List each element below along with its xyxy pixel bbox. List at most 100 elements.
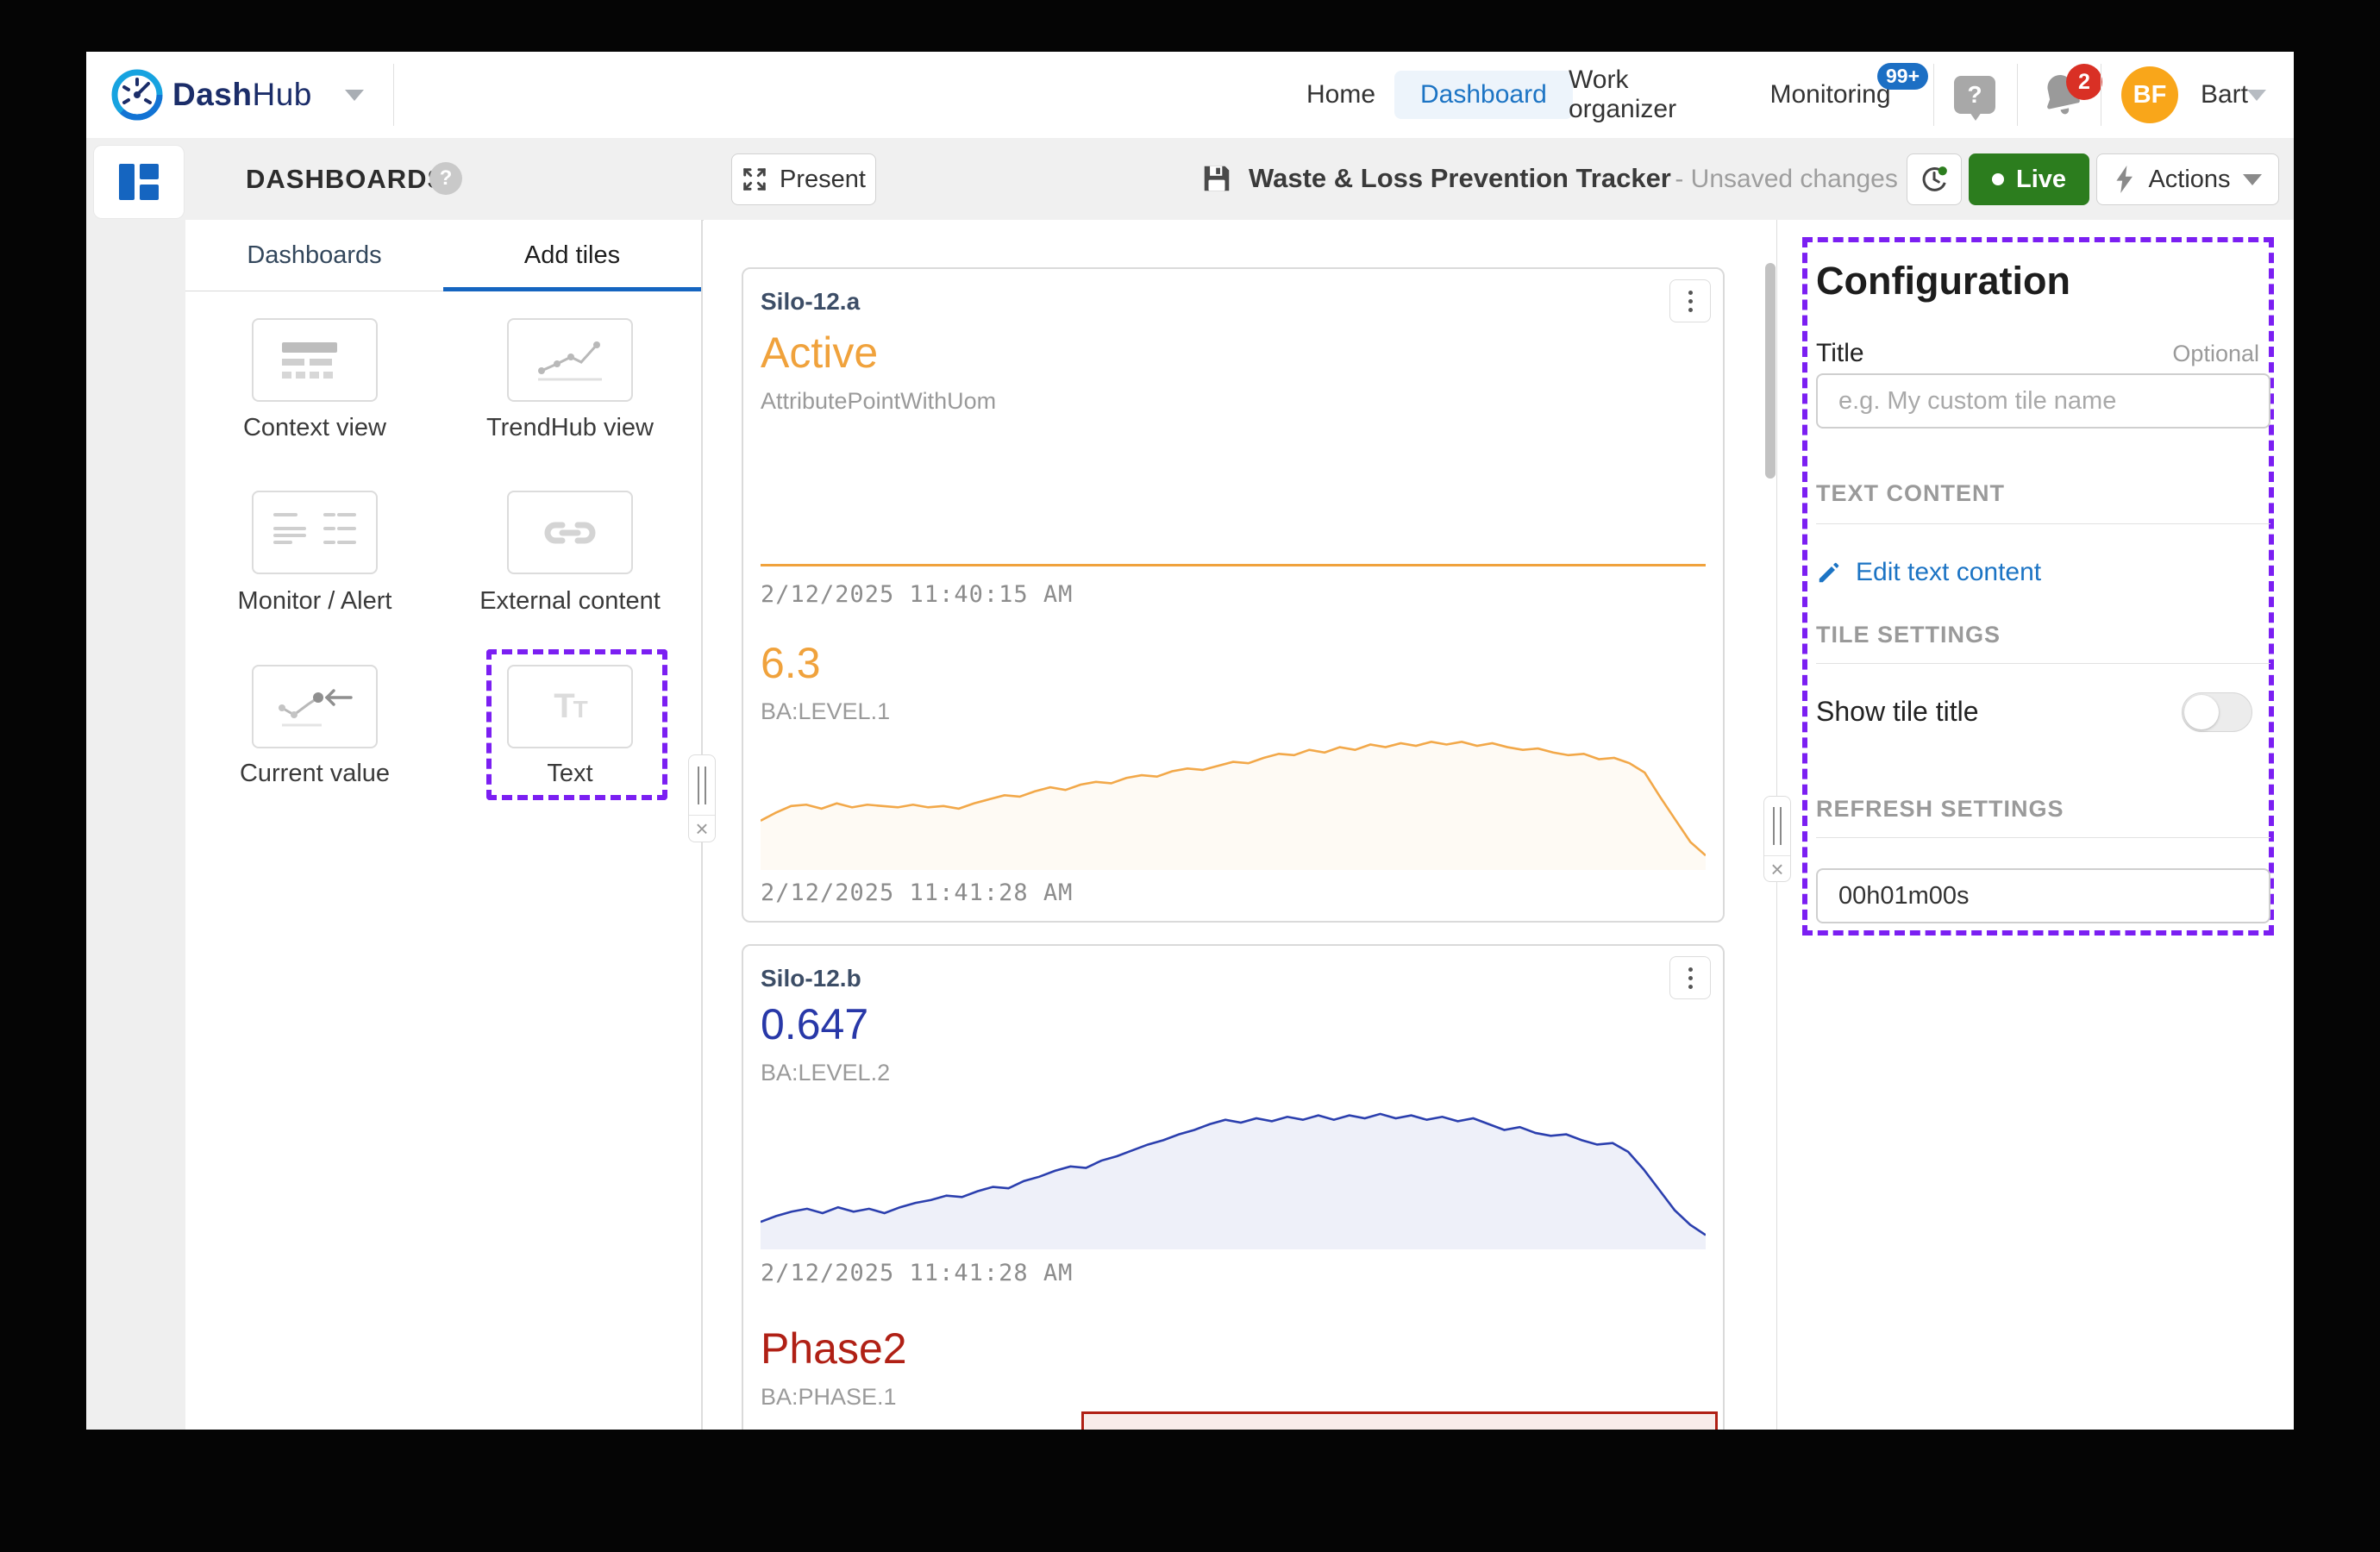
actions-chevron-down-icon xyxy=(2243,174,2262,185)
tile-silo-12a[interactable]: Silo-12.a Active AttributePointWithUom 2… xyxy=(742,267,1725,923)
document-status: - Unsaved changes xyxy=(1675,165,1898,193)
panel-help-icon[interactable]: ? xyxy=(429,162,462,195)
screenshot-frame: DashHub Home Dashboard Work organizer Mo… xyxy=(0,0,2380,1552)
notification-count-badge: 2 xyxy=(2066,64,2102,100)
edit-text-content-link[interactable]: Edit text content xyxy=(1816,558,2041,587)
user-menu-chevron-down-icon[interactable] xyxy=(2247,90,2266,101)
tile-type-context-view[interactable] xyxy=(252,318,378,402)
left-icon-rail xyxy=(86,220,186,1430)
dashboard-layout-icon xyxy=(119,164,159,200)
nav-item-home[interactable]: Home xyxy=(1302,52,1380,138)
tab-add-tiles[interactable]: Add tiles xyxy=(443,220,701,291)
tile-type-monitor-alert[interactable] xyxy=(252,491,378,574)
text-content-header: TEXT CONTENT xyxy=(1816,480,2005,507)
top-nav: DashHub Home Dashboard Work organizer Mo… xyxy=(86,52,2294,139)
flat-trend-line xyxy=(761,564,1706,566)
brand-name-light: Hub xyxy=(252,77,311,112)
brand-name-bold: Dash xyxy=(172,77,252,112)
present-label: Present xyxy=(780,166,866,194)
live-button[interactable]: Live xyxy=(1969,153,2089,205)
tile-menu-button[interactable] xyxy=(1669,279,1711,322)
refresh-interval-input[interactable] xyxy=(1816,868,2270,923)
tile-menu-button[interactable] xyxy=(1669,956,1711,999)
sidebar-tabbar: Dashboards Add tiles xyxy=(185,220,701,291)
timestamp: 2/12/2025 11:41:28 AM xyxy=(761,879,1073,906)
close-sidebar-icon[interactable] xyxy=(689,815,715,842)
panel-title: DASHBOARDS xyxy=(246,164,446,195)
dashhub-logo-icon xyxy=(110,68,164,126)
tile-type-trendhub-view[interactable] xyxy=(507,318,633,402)
state-value: Active xyxy=(761,328,878,378)
numeric-label: BA:LEVEL.1 xyxy=(761,698,890,725)
tab-dashboards[interactable]: Dashboards xyxy=(185,220,443,291)
lightning-icon xyxy=(2114,166,2136,193)
document-title: Waste & Loss Prevention Tracker xyxy=(1249,163,1671,193)
avatar[interactable]: BF xyxy=(2121,66,2178,123)
tile-type-label: External content xyxy=(458,587,682,616)
optional-label: Optional xyxy=(2172,341,2259,367)
nav-item-dashboard[interactable]: Dashboard xyxy=(1394,71,1573,119)
section-divider xyxy=(1816,523,2270,524)
tile-type-current-value[interactable] xyxy=(252,665,378,748)
tile-title-input[interactable] xyxy=(1816,373,2270,429)
nav-item-monitoring[interactable]: Monitoring xyxy=(1768,52,1893,138)
configuration-heading: Configuration xyxy=(1816,259,2070,304)
active-tab-underline xyxy=(443,287,701,291)
close-config-icon[interactable] xyxy=(1764,855,1790,882)
actions-label: Actions xyxy=(2148,166,2230,194)
nav-divider xyxy=(393,64,394,126)
dashboard-canvas: Silo-12.a Active AttributePointWithUom 2… xyxy=(704,220,1776,1430)
section-divider xyxy=(1816,837,2270,838)
clock-icon xyxy=(1919,164,1950,195)
show-tile-title-toggle[interactable] xyxy=(2182,692,2252,732)
nav-item-work-organizer[interactable]: Work organizer xyxy=(1569,52,1732,138)
app-window: DashHub Home Dashboard Work organizer Mo… xyxy=(86,52,2294,1430)
tile-settings-header: TILE SETTINGS xyxy=(1816,622,2001,648)
context-view-icon xyxy=(282,342,348,379)
brand-chevron-down-icon[interactable] xyxy=(345,90,364,101)
trendhub-view-icon xyxy=(531,335,609,386)
sidebar-splitter[interactable] xyxy=(688,754,716,842)
live-dot-icon xyxy=(1992,173,2004,185)
present-button[interactable]: Present xyxy=(731,153,876,205)
refresh-settings-header: REFRESH SETTINGS xyxy=(1816,796,2064,823)
actions-button[interactable]: Actions xyxy=(2096,153,2279,205)
current-value-icon xyxy=(273,682,356,732)
canvas-scrollbar[interactable] xyxy=(1765,263,1776,479)
tile-title: Silo-12.b xyxy=(761,965,861,992)
save-icon[interactable] xyxy=(1200,162,1233,199)
state-trend-box xyxy=(1081,1411,1718,1430)
live-label: Live xyxy=(2016,166,2066,194)
tile-silo-12b[interactable]: Silo-12.b 0.647 BA:LEVEL.2 2/12/2025 11:… xyxy=(742,944,1725,1430)
tile-type-label: Monitor / Alert xyxy=(203,587,427,616)
tile-type-label: TrendHub view xyxy=(458,414,682,442)
dashboards-rail-button[interactable] xyxy=(93,145,185,219)
numeric-value: 6.3 xyxy=(761,638,821,688)
time-range-button[interactable] xyxy=(1907,153,1962,205)
timestamp: 2/12/2025 11:41:28 AM xyxy=(761,1260,1073,1286)
edit-text-content-label: Edit text content xyxy=(1856,558,2041,587)
brand-name[interactable]: DashHub xyxy=(172,77,312,113)
monitoring-count-badge: 99+ xyxy=(1877,63,1928,90)
external-link-icon xyxy=(540,516,600,549)
pencil-icon xyxy=(1816,560,1842,585)
config-splitter[interactable] xyxy=(1763,796,1791,882)
state-label: AttributePointWithUom xyxy=(761,388,996,415)
tile-type-text[interactable]: TT xyxy=(507,665,633,748)
drag-handle-icon[interactable] xyxy=(689,755,715,815)
tile-type-external-content[interactable] xyxy=(507,491,633,574)
tile-type-label: Current value xyxy=(203,760,427,788)
nav-divider xyxy=(2017,64,2018,126)
show-tile-title-label: Show tile title xyxy=(1816,696,1979,728)
timestamp: 2/12/2025 11:40:15 AM xyxy=(761,581,1073,608)
state-label: BA:PHASE.1 xyxy=(761,1384,897,1411)
text-tile-icon: TT xyxy=(554,687,586,726)
drag-handle-icon[interactable] xyxy=(1764,797,1790,855)
monitor-alert-icon xyxy=(270,506,360,560)
state-value: Phase2 xyxy=(761,1324,907,1374)
sidebar-panel: Dashboards Add tiles Context view TrendH… xyxy=(185,220,702,1430)
nav-divider xyxy=(1933,64,1934,126)
tile-type-label: Text xyxy=(458,760,682,788)
section-divider xyxy=(1816,663,2270,664)
title-field-label: Title xyxy=(1816,339,1864,368)
